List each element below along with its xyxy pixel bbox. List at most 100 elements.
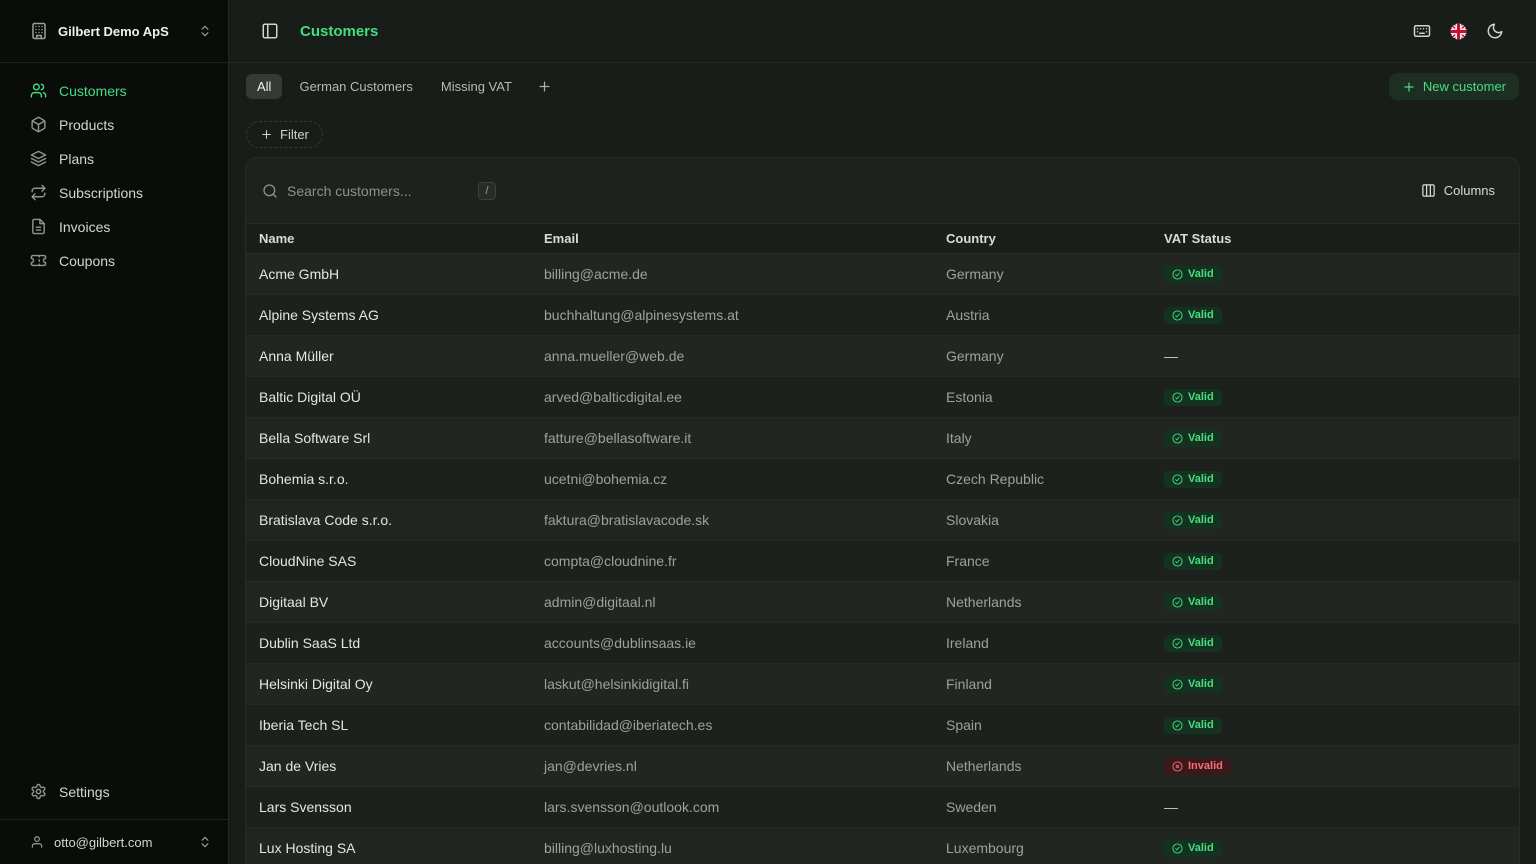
check-circle-icon [1172,392,1183,403]
add-tab-button[interactable] [533,75,556,98]
cell-country: Slovakia [933,500,1151,541]
ticket-icon [30,252,47,269]
table-row[interactable]: Lars Svensson lars.svensson@outlook.com … [246,787,1519,828]
cell-vat-status: — [1151,336,1519,377]
vat-badge-label: Valid [1188,433,1214,444]
org-selector[interactable]: Gilbert Demo ApS [0,0,228,63]
search-icon [262,183,278,199]
cell-vat-status: Valid [1151,623,1519,664]
filter-label: Filter [280,127,309,142]
cell-email: buchhaltung@alpinesystems.at [531,295,933,336]
table-row[interactable]: Digitaal BV admin@digitaal.nl Netherland… [246,582,1519,623]
table-row[interactable]: Helsinki Digital Oy laskut@helsinkidigit… [246,664,1519,705]
table-row[interactable]: Bella Software Srl fatture@bellasoftware… [246,418,1519,459]
table-row[interactable]: Iberia Tech SL contabilidad@iberiatech.e… [246,705,1519,746]
check-circle-icon [1172,597,1183,608]
cell-name: Lars Svensson [246,787,531,828]
customers-table-card: / Columns NameEmailCountryVAT Status Acm… [245,157,1520,864]
account-selector[interactable]: otto@gilbert.com [0,819,228,864]
cell-email: lars.svensson@outlook.com [531,787,933,828]
tab-german-customers[interactable]: German Customers [288,74,423,99]
language-button[interactable] [1450,23,1467,40]
search-shortcut-kbd: / [478,182,496,200]
user-icon [30,835,44,849]
customers-table: NameEmailCountryVAT Status Acme GmbH bil… [246,223,1519,864]
cell-name: Lux Hosting SA [246,828,531,864]
sidebar-item-invoices[interactable]: Invoices [14,211,214,242]
cell-country: Finland [933,664,1151,705]
cell-name: Helsinki Digital Oy [246,664,531,705]
table-row[interactable]: Alpine Systems AG buchhaltung@alpinesyst… [246,295,1519,336]
cell-country: Austria [933,295,1151,336]
cell-email: admin@digitaal.nl [531,582,933,623]
plus-icon [1402,80,1416,94]
table-row[interactable]: Dublin SaaS Ltd accounts@dublinsaas.ie I… [246,623,1519,664]
tab-missing-vat[interactable]: Missing VAT [430,74,523,99]
cell-name: Acme GmbH [246,254,531,295]
check-circle-icon [1172,269,1183,280]
sidebar-item-products[interactable]: Products [14,109,214,140]
vat-badge-label: Valid [1188,515,1214,526]
cell-email: fatture@bellasoftware.it [531,418,933,459]
sidebar-item-subscriptions[interactable]: Subscriptions [14,177,214,208]
tabs-row: AllGerman Customers Missing VAT New custo… [229,63,1536,100]
cell-email: contabilidad@iberiatech.es [531,705,933,746]
vat-badge-label: Invalid [1188,761,1223,772]
tab-all[interactable]: All [246,74,282,99]
vat-badge-valid: Valid [1164,717,1222,734]
search-input[interactable] [287,183,469,199]
cell-name: CloudNine SAS [246,541,531,582]
table-row[interactable]: Anna Müller anna.mueller@web.de Germany … [246,336,1519,377]
sidebar-nav: Customers Products Plans Subscriptions I… [0,63,228,276]
users-icon [30,82,47,99]
vat-badge-valid: Valid [1164,840,1222,857]
table-row[interactable]: Jan de Vries jan@devries.nl Netherlands … [246,746,1519,787]
cell-country: Estonia [933,377,1151,418]
cell-name: Jan de Vries [246,746,531,787]
topbar: Customers [229,0,1536,63]
cell-name: Digitaal BV [246,582,531,623]
columns-icon [1421,183,1436,198]
sidebar-item-settings[interactable]: Settings [14,776,214,807]
cell-email: anna.mueller@web.de [531,336,933,377]
column-header-name: Name [246,224,531,254]
new-customer-button[interactable]: New customer [1389,73,1519,100]
cell-country: France [933,541,1151,582]
sidebar-item-coupons[interactable]: Coupons [14,245,214,276]
cell-email: ucetni@bohemia.cz [531,459,933,500]
repeat-icon [30,184,47,201]
cell-vat-status: Valid [1151,541,1519,582]
cell-country: Germany [933,254,1151,295]
layers-icon [30,150,47,167]
table-row[interactable]: Baltic Digital OÜ arved@balticdigital.ee… [246,377,1519,418]
cell-vat-status: Valid [1151,664,1519,705]
search-box: / [262,182,496,200]
cell-country: Italy [933,418,1151,459]
table-row[interactable]: Lux Hosting SA billing@luxhosting.lu Lux… [246,828,1519,864]
sidebar-toggle-button[interactable] [261,22,279,40]
vat-badge-label: Valid [1188,269,1214,280]
cell-email: arved@balticdigital.ee [531,377,933,418]
table-row[interactable]: CloudNine SAS compta@cloudnine.fr France… [246,541,1519,582]
sidebar-item-plans[interactable]: Plans [14,143,214,174]
theme-toggle-button[interactable] [1486,22,1504,40]
keyboard-shortcuts-button[interactable] [1413,22,1431,40]
check-circle-icon [1172,474,1183,485]
cell-vat-status: Valid [1151,705,1519,746]
columns-button[interactable]: Columns [1413,177,1503,204]
app-root: Gilbert Demo ApS Customers Products Plan… [0,0,1536,864]
sidebar-item-customers[interactable]: Customers [14,75,214,106]
vat-badge-label: Valid [1188,720,1214,731]
filter-button[interactable]: Filter [246,121,323,148]
cell-vat-status: Invalid [1151,746,1519,787]
table-header: NameEmailCountryVAT Status [246,224,1519,254]
file-icon [30,218,47,235]
table-row[interactable]: Acme GmbH billing@acme.de Germany Valid [246,254,1519,295]
check-circle-icon [1172,843,1183,854]
column-header-email: Email [531,224,933,254]
cell-name: Iberia Tech SL [246,705,531,746]
table-row[interactable]: Bohemia s.r.o. ucetni@bohemia.cz Czech R… [246,459,1519,500]
settings-label: Settings [59,784,110,800]
table-row[interactable]: Bratislava Code s.r.o. faktura@bratislav… [246,500,1519,541]
moon-icon [1486,22,1504,40]
